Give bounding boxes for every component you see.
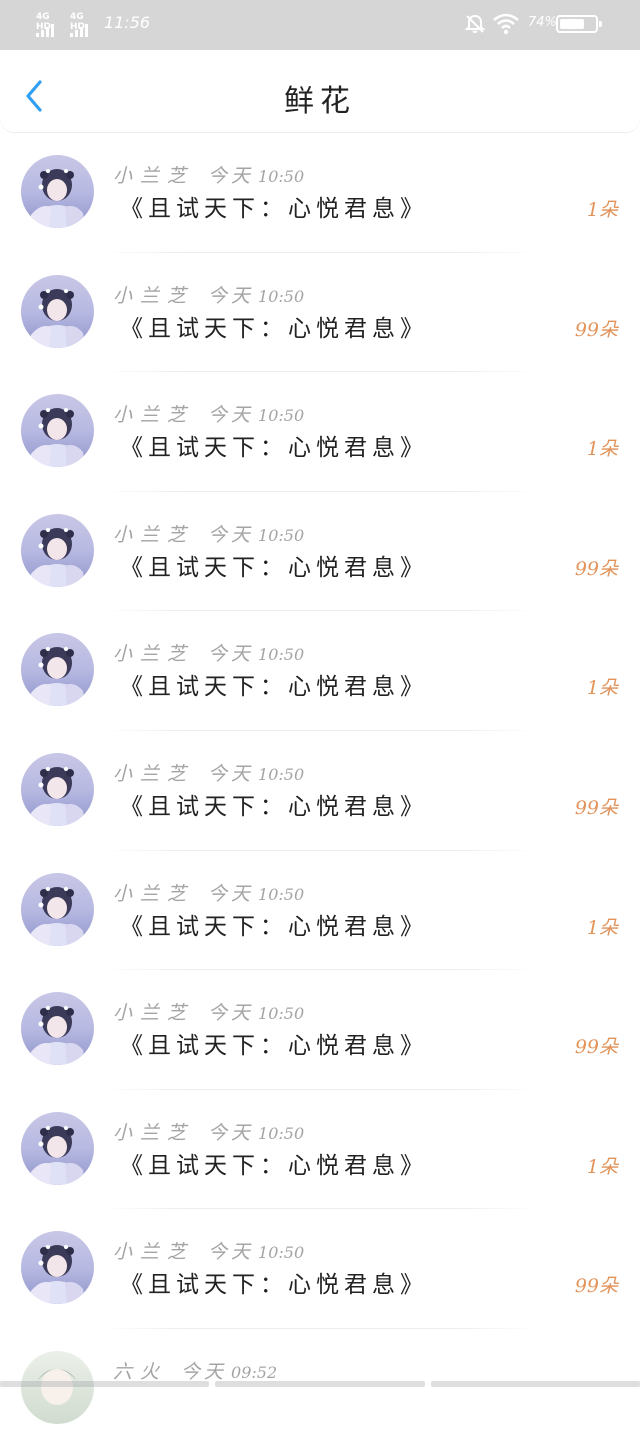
avatar[interactable] <box>21 753 94 826</box>
record-meta: 小兰芝 今天 10:50 <box>113 759 304 786</box>
avatar[interactable] <box>21 394 94 467</box>
flower-count: 1朵 <box>586 916 618 939</box>
avatar[interactable] <box>21 275 94 348</box>
book-title: 《且试天下：心悦君息》 <box>120 1272 428 1299</box>
nav-bar: 鲜花 <box>0 50 640 133</box>
flower-count: 99朵 <box>574 796 618 819</box>
user-name: 小兰芝 <box>113 1241 195 1264</box>
flower-count: 1朵 <box>586 677 618 700</box>
user-name: 小兰芝 <box>113 643 195 666</box>
record-date: 今天 <box>208 523 255 546</box>
battery-percent: 74% <box>528 15 557 30</box>
record-time: 10:50 <box>258 645 305 665</box>
record-meta: 小兰芝 今天 10:50 <box>113 281 304 308</box>
record-meta: 小兰芝 今天 10:50 <box>113 1237 304 1264</box>
record-date: 今天 <box>208 1121 255 1144</box>
record-time: 10:50 <box>258 167 305 186</box>
flower-count: 99朵 <box>574 1275 618 1298</box>
record-date: 今天 <box>208 1241 255 1264</box>
list-item[interactable]: 小兰芝 今天 10:50 《且试天下：心悦君息》 1朵 <box>0 372 640 492</box>
record-date: 今天 <box>208 762 255 785</box>
record-time: 10:50 <box>258 1243 305 1263</box>
record-time: 10:50 <box>258 764 305 784</box>
user-name: 小兰芝 <box>113 523 195 546</box>
record-date: 今天 <box>208 165 255 187</box>
battery-icon <box>556 15 602 33</box>
status-time: 11:56 <box>104 13 151 32</box>
flower-count: 99朵 <box>574 318 618 341</box>
record-date: 今天 <box>208 643 255 666</box>
avatar[interactable] <box>21 1231 94 1304</box>
record-time: 10:50 <box>258 1004 305 1024</box>
book-title: 《且试天下：心悦君息》 <box>120 196 428 222</box>
record-date: 今天 <box>208 404 255 427</box>
list-item[interactable]: 小兰芝 今天 10:50 《且试天下：心悦君息》 1朵 <box>0 133 640 253</box>
flower-count: 1朵 <box>586 438 618 461</box>
record-date: 今天 <box>208 882 255 905</box>
list-item[interactable]: 小兰芝 今天 10:50 《且试天下：心悦君息》 1朵 <box>0 851 640 971</box>
record-meta: 小兰芝 今天 10:50 <box>113 520 304 547</box>
book-title: 《且试天下：心悦君息》 <box>120 793 428 820</box>
record-time: 10:50 <box>258 406 305 426</box>
book-title: 《且试天下：心悦君息》 <box>120 913 428 940</box>
record-meta: 六火 今天 09:52 <box>113 1357 277 1384</box>
book-title: 《且试天下：心悦君息》 <box>120 1033 428 1060</box>
user-name: 小兰芝 <box>113 762 195 785</box>
record-time: 10:50 <box>258 884 305 904</box>
record-meta: 小兰芝 今天 10:50 <box>113 998 304 1025</box>
record-meta: 小兰芝 今天 10:50 <box>113 879 304 906</box>
list-item[interactable]: 小兰芝 今天 10:50 《且试天下：心悦君息》 1朵 <box>0 611 640 731</box>
record-date: 今天 <box>181 1360 228 1383</box>
record-time: 09:52 <box>231 1362 278 1382</box>
list-item[interactable]: 小兰芝 今天 10:50 《且试天下：心悦君息》 99朵 <box>0 970 640 1090</box>
battery-fill <box>560 19 585 29</box>
avatar[interactable] <box>21 1351 94 1424</box>
flower-record-list: 小兰芝 今天 10:50 《且试天下：心悦君息》 1朵 小兰芝 今天 10:50 《且试… <box>0 133 640 1449</box>
list-item[interactable]: 六火 今天 09:52 <box>0 1329 640 1449</box>
status-bar: 4G HD 4G HD 11:56 74% <box>0 0 640 50</box>
avatar[interactable] <box>21 633 94 706</box>
record-time: 10:50 <box>258 286 305 306</box>
book-title: 《且试天下：心悦君息》 <box>120 554 428 581</box>
book-title: 《且试天下：心悦君息》 <box>120 1152 428 1179</box>
list-item[interactable]: 小兰芝 今天 10:50 《且试天下：心悦君息》 99朵 <box>0 492 640 612</box>
record-time: 10:50 <box>258 525 305 545</box>
list-item[interactable]: 小兰芝 今天 10:50 《且试天下：心悦君息》 1朵 <box>0 1090 640 1210</box>
book-title: 《且试天下：心悦君息》 <box>120 674 428 701</box>
flower-count: 1朵 <box>586 199 618 221</box>
flower-count: 99朵 <box>574 557 618 580</box>
bottom-handle <box>0 1381 640 1387</box>
list-item[interactable]: 小兰芝 今天 10:50 《且试天下：心悦君息》 99朵 <box>0 731 640 851</box>
user-name: 小兰芝 <box>113 882 195 905</box>
avatar[interactable] <box>21 873 94 946</box>
book-title: 《且试天下：心悦君息》 <box>120 435 428 462</box>
list-item[interactable]: 小兰芝 今天 10:50 《且试天下：心悦君息》 99朵 <box>0 253 640 373</box>
flower-count: 1朵 <box>586 1155 618 1178</box>
record-meta: 小兰芝 今天 10:50 <box>113 400 304 427</box>
flower-count: 99朵 <box>574 1036 618 1059</box>
book-title: 《且试天下：心悦君息》 <box>120 315 428 342</box>
user-name: 六火 <box>113 1360 168 1383</box>
bell-muted-icon <box>464 14 486 33</box>
avatar[interactable] <box>21 1112 94 1185</box>
wifi-icon <box>493 13 519 35</box>
record-meta: 小兰芝 今天 10:50 <box>113 161 304 188</box>
page-title: 鲜花 <box>284 84 356 119</box>
avatar[interactable] <box>21 992 94 1065</box>
user-name: 小兰芝 <box>113 1002 195 1025</box>
user-name: 小兰芝 <box>113 165 195 187</box>
avatar[interactable] <box>21 514 94 587</box>
record-meta: 小兰芝 今天 10:50 <box>113 639 304 666</box>
user-name: 小兰芝 <box>113 284 195 307</box>
record-meta: 小兰芝 今天 10:50 <box>113 1118 304 1145</box>
record-time: 10:50 <box>258 1123 305 1143</box>
record-date: 今天 <box>208 284 255 307</box>
user-name: 小兰芝 <box>113 404 195 427</box>
record-date: 今天 <box>208 1002 255 1025</box>
avatar[interactable] <box>21 155 94 228</box>
user-name: 小兰芝 <box>113 1121 195 1144</box>
list-item[interactable]: 小兰芝 今天 10:50 《且试天下：心悦君息》 99朵 <box>0 1209 640 1329</box>
